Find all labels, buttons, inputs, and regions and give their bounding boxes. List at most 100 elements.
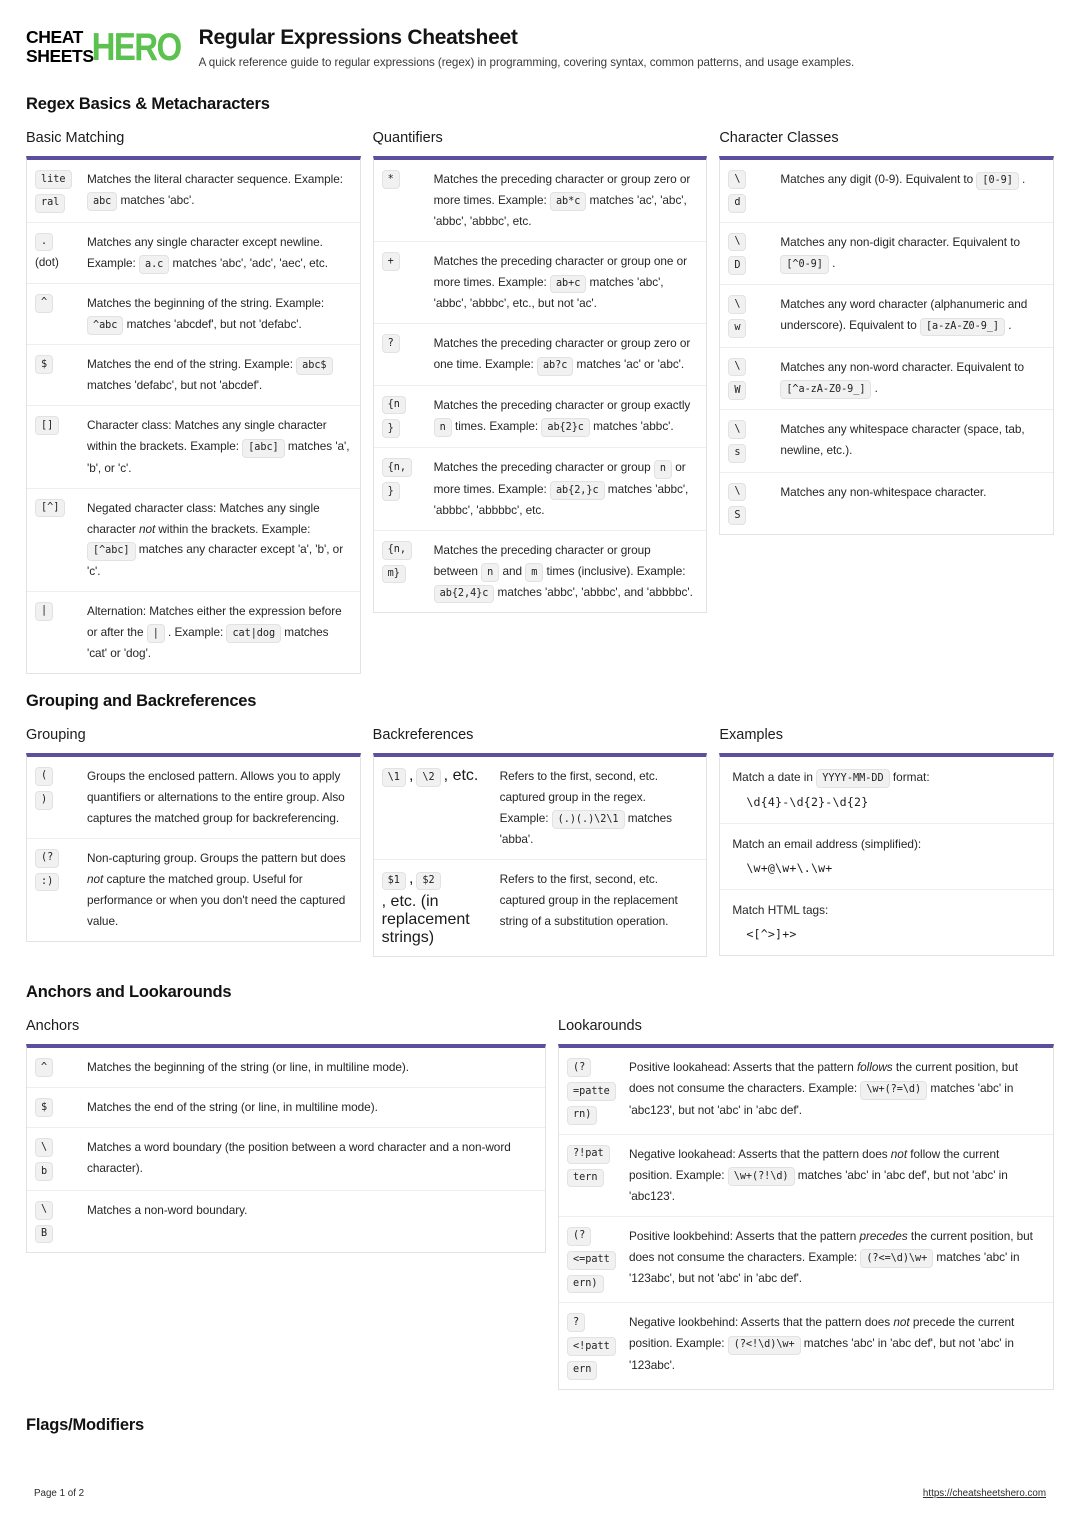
code-chip: ab{2}c: [541, 418, 590, 437]
key-chip: \: [728, 295, 747, 314]
key-chip: ^: [35, 293, 54, 313]
key-chip: []: [35, 416, 60, 436]
row-description-cell: Matches the beginning of the string. Exa…: [87, 293, 350, 336]
key-chip: ern: [567, 1360, 598, 1380]
row-key-cell: $: [35, 1097, 87, 1118]
table-row: * Matches the preceding character or grou…: [373, 160, 707, 243]
row-description-cell: Matches the preceding character or group…: [433, 395, 697, 437]
table-row: \ S Matches any non-whitespace character.: [720, 473, 1053, 535]
key-label: (dot): [35, 256, 59, 270]
card-title-anchors: Anchors: [26, 1018, 80, 1035]
row-description-cell: Matches the preceding character or group…: [433, 254, 688, 311]
row-key-cell: $: [35, 354, 87, 374]
page-header: CHEAT SHEETS HERO Regular Expressions Ch…: [26, 26, 1054, 69]
row-description-cell: Matches any digit (0-9). Equivalent to […: [780, 169, 1043, 191]
row-key-cell: ?!pat tern: [567, 1144, 629, 1188]
row-key-cell: $1, $2, etc. (in replacement strings): [381, 870, 470, 947]
row-key-cell: (? <=patt ern): [567, 1226, 629, 1294]
row-key-cell: (): [35, 766, 87, 810]
key-chip: D: [728, 256, 747, 276]
row-description-cell: Alternation: Matches either the expressi…: [87, 603, 342, 660]
code-chip: [^a-zA-Z0-9_]: [780, 380, 872, 399]
key-chip: =patte: [567, 1082, 616, 1101]
table-row: (? <=patt ern) Positive lookbehind: Asserts…: [559, 1217, 1053, 1304]
card-title-quantifiers: Quantifiers: [372, 130, 443, 146]
emphasis-text: precedes: [859, 1228, 908, 1243]
table-row: [^] Negated character class: Matches any …: [27, 489, 360, 592]
code-chip: $1: [381, 871, 406, 891]
key-chip: \: [728, 420, 747, 439]
row-description-cell: Matches the preceding character or group…: [433, 540, 697, 604]
card-title-basic-matching: Basic Matching: [26, 130, 125, 146]
col-grouping: Grouping () Groups the enclosed pattern. …: [26, 727, 361, 942]
code-chip: ab{2,4}c: [433, 584, 495, 604]
table-row: ^ Matches the beginning of the string (or…: [27, 1048, 545, 1089]
key-chip: }: [381, 482, 400, 501]
table-row: ? <!patt ern Negative lookbehind: Asserts t…: [559, 1303, 1053, 1388]
table-row: . (dot) Matches any single character excep…: [27, 223, 360, 284]
code-chip: [^0-9]: [780, 255, 829, 274]
col-anchors: Anchors ^ Matches the beginning of the st…: [26, 1018, 546, 1254]
table-row: (? =patte rn) Positive lookahead: Asserts t…: [559, 1048, 1053, 1135]
row-key-cell: \ S: [728, 482, 780, 526]
example-label: Match an email address (simplified):: [732, 837, 922, 852]
table-examples: Match a date in YYYY-MM-DD format: \d{4}-…: [719, 752, 1054, 957]
table-row: \ d Matches any digit (0-9). Equivalent to…: [720, 160, 1053, 223]
brand-logo: CHEAT SHEETS HERO: [26, 24, 183, 68]
col-basic-matching: Basic Matching lite ral Matches the litera…: [26, 130, 361, 674]
table-row: ? Matches the preceding character or grou…: [373, 324, 707, 386]
row-description-cell: Matches the beginning of the string (or …: [87, 1060, 409, 1075]
site-url-link[interactable]: https://cheatsheetshero.com: [923, 1488, 1046, 1499]
row-description-cell: Matches any non-digit character. Equival…: [780, 232, 1043, 274]
example-pattern: <[^>]+>: [746, 927, 797, 942]
code-chip: ab*c: [549, 192, 587, 212]
emphasis-text: not: [87, 871, 104, 886]
key-chip: s: [728, 443, 747, 463]
card-title-examples: Examples: [719, 726, 783, 743]
page-subtitle: A quick reference guide to regular expre…: [198, 56, 855, 69]
col-character-classes: Character Classes \ d Matches any digit (0…: [719, 130, 1054, 536]
table-row: + Matches the preceding character or grou…: [373, 242, 707, 325]
key-chip: {n,: [381, 458, 413, 478]
cheatsheet-page: CHEAT SHEETS HERO Regular Expressions Ch…: [0, 0, 1080, 1526]
brand-line-1: CHEAT: [26, 27, 83, 47]
table-row: () Groups the enclosed pattern. Allows yo…: [27, 757, 360, 839]
row-key-cell: ^: [35, 1057, 87, 1078]
brand-hero-text: HERO: [91, 24, 183, 68]
key-chip: \: [35, 1138, 54, 1158]
col-examples: Examples Match a date in YYYY-MM-DD form…: [719, 726, 1054, 957]
card-title-grouping: Grouping: [26, 726, 86, 743]
row-description-cell: Negated character class: Matches any sin…: [87, 500, 344, 578]
row-key-cell: (? =patte rn): [567, 1057, 629, 1125]
table-row: \ s Matches any whitespace character (spac…: [720, 410, 1053, 473]
row-key-cell: (?:): [35, 848, 87, 892]
key-chip: ): [35, 790, 54, 810]
row-description-cell: Matches any whitespace character (space,…: [780, 422, 1025, 458]
code-chip: cat|dog: [226, 624, 282, 643]
row-key-cell: \ w: [728, 294, 780, 338]
code-chip: n: [653, 459, 672, 479]
col-lookarounds: Lookarounds (? =patte rn) Positive lookahea…: [558, 1018, 1054, 1390]
col-backreferences: Backreferences \1, \2, etc. Refers to the…: [372, 726, 708, 958]
card-title-backreferences: Backreferences: [372, 726, 474, 743]
table-row: (?:) Non-capturing group. Groups the patt…: [27, 839, 360, 941]
table-grouping: () Groups the enclosed pattern. Allows yo…: [26, 752, 361, 942]
page-number: Page 1 of 2: [34, 1487, 85, 1499]
key-chip: tern: [567, 1168, 604, 1188]
code-chip: ab+c: [549, 274, 587, 294]
brand-logo-text: CHEAT SHEETS: [26, 28, 94, 66]
key-chip: $: [35, 355, 54, 374]
key-chip: ?: [381, 334, 400, 354]
row-description-cell: Positive lookbehind: Asserts that the pa…: [629, 1228, 1033, 1286]
emphasis-text: follows: [856, 1060, 893, 1075]
row-description-cell: Groups the enclosed pattern. Allows you …: [87, 768, 345, 825]
row-description-cell: Matches a word boundary (the position be…: [87, 1140, 511, 1176]
row-description-cell: Refers to the first, second, etc. captur…: [499, 768, 672, 847]
example-label: Match HTML tags:: [732, 903, 829, 918]
example-pattern: \w+@\w+\.\w+: [746, 861, 833, 876]
row-description-cell: Matches the end of the string (or line, …: [87, 1100, 378, 1115]
row-key-cell: \ B: [35, 1200, 87, 1244]
table-row: $1, $2, etc. (in replacement strings) Ref…: [374, 860, 707, 956]
code-chip: [0-9]: [976, 171, 1019, 191]
key-chip: ern): [567, 1274, 604, 1294]
